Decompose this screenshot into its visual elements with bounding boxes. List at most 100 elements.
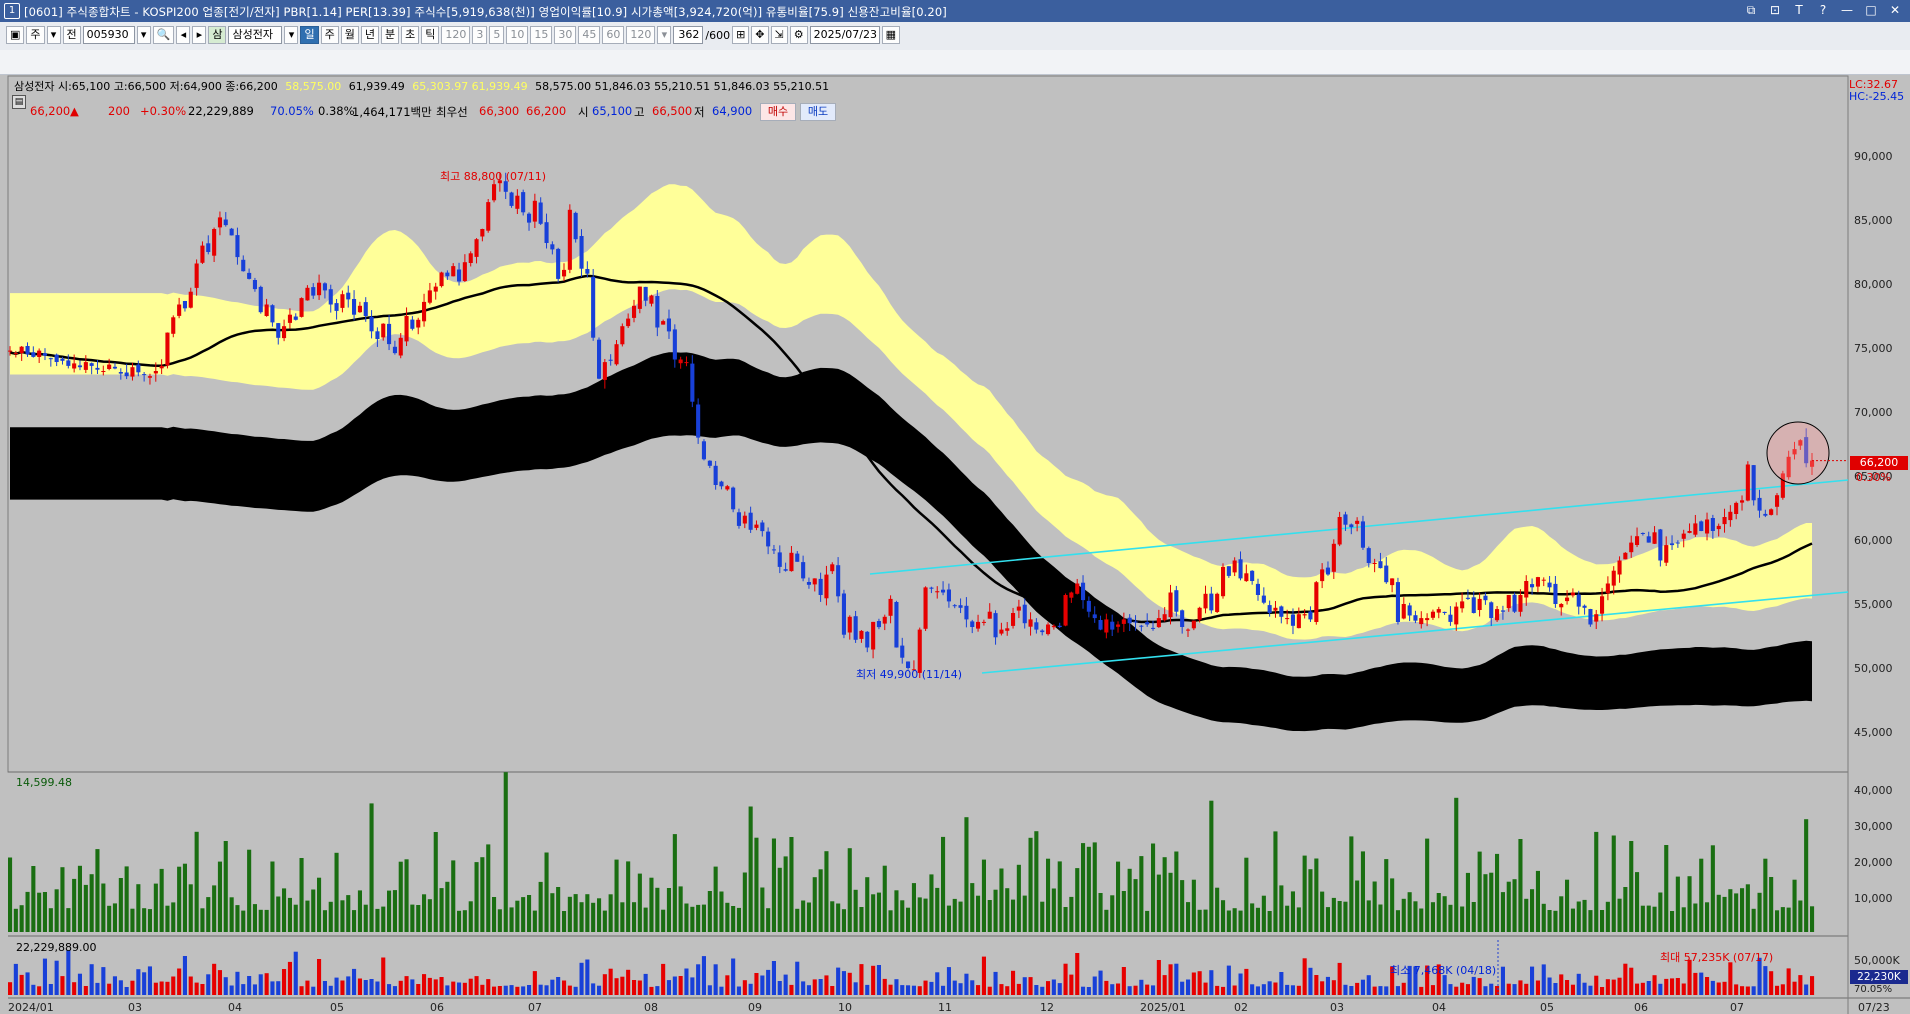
amount-bar [1582,982,1587,995]
candle-body [1011,613,1016,626]
volume-bar [1705,902,1710,932]
candle-body [1156,618,1161,628]
amount-bar [783,974,788,995]
amount-bar [544,985,549,995]
amount-bar [398,980,403,995]
candle-body [252,280,257,290]
volume-bar [1290,891,1295,932]
volume-bar [1378,904,1383,932]
candle-body [1325,567,1330,575]
volume-bar [1675,876,1680,932]
amount-bar [1419,986,1424,995]
amount-bar [824,975,829,995]
amount-bar [66,950,71,995]
candle-body [527,213,532,223]
candle-body [1238,559,1243,579]
amount-bar [1215,985,1220,995]
amount-bar [1664,978,1669,995]
candle-body [1197,607,1202,620]
candle-body [311,287,316,296]
volume-bar [1699,858,1704,932]
volume-bar [783,856,788,932]
volume-tick: 20,000 [1854,856,1893,869]
volume-bar [200,908,205,932]
hc-label: HC:-25.45 [1849,90,1905,103]
amount-bar [1296,985,1301,995]
volume-bar [1390,878,1395,932]
amount-bar [264,973,269,995]
volume-bar [1395,910,1400,932]
volume-bar [19,905,24,932]
volume-bar [608,894,613,932]
candle-body [550,244,555,250]
amount-bar [305,980,310,995]
candle-body [1051,625,1056,628]
amount-bar [1022,977,1027,995]
candle-body [882,616,887,624]
volume-bar [871,894,876,932]
volume-bar [48,908,53,932]
candle-body [387,323,392,345]
amount-bar [468,978,473,995]
amount-bar [888,984,893,995]
volume-bar [1442,896,1447,932]
candle-body [1180,610,1185,627]
volume-bar [1075,868,1080,932]
candle-body [1541,579,1546,581]
volume-bar [107,905,112,932]
candle-body [486,202,491,231]
amount-bar [1320,981,1325,995]
candle-body [556,248,561,279]
candle-body [1495,609,1500,621]
candle-body [1710,518,1715,531]
volume-bar [206,897,211,932]
candle-body [1022,604,1027,624]
candle-body [112,366,117,369]
volume-bar [299,858,304,932]
amount-bar [147,966,152,995]
volume-bar [515,900,520,932]
amount-bar [579,962,584,995]
amount-bar [882,978,887,995]
x-tick: 05 [1540,1001,1554,1014]
candle-body [1681,533,1686,539]
amount-bar [287,961,292,995]
volume-bar [509,907,514,932]
candle-body [159,365,164,369]
volume-bar [392,890,397,932]
candle-body [1670,543,1675,546]
volume-bar [1553,910,1558,932]
amount-bar [142,972,147,995]
candle-body [859,630,864,639]
amount-bar [567,985,572,995]
candle-body [1629,542,1634,553]
candle-body [952,605,957,607]
volume-bar [573,894,578,932]
volume-bar [1116,861,1121,932]
volume-bar [1133,879,1138,932]
volume-bar [1512,879,1517,932]
amount-bar [655,986,660,995]
volume-bar [637,873,642,932]
volume-bar [876,892,881,932]
candle-body [538,202,543,224]
candle-body [369,316,374,332]
candle-body [1477,598,1482,610]
volume-bar [1151,843,1156,932]
candle-body [1769,509,1774,515]
amount-bar [1360,979,1365,995]
candle-body [1308,611,1313,620]
candle-body [760,522,765,532]
candle-body [620,326,625,345]
volume-bar [1174,851,1179,932]
amount-bar [1331,980,1336,995]
price-tick: 55,000 [1854,598,1893,611]
candle-body [1687,531,1692,533]
amount-panel-value: 22,229,889.00 [16,941,97,954]
amount-bar [789,984,794,995]
volume-panel-value: 14,599.48 [16,776,72,789]
volume-bar [684,903,689,932]
volume-bar [264,909,269,932]
volume-bar [678,886,683,932]
volume-bar [719,891,724,932]
